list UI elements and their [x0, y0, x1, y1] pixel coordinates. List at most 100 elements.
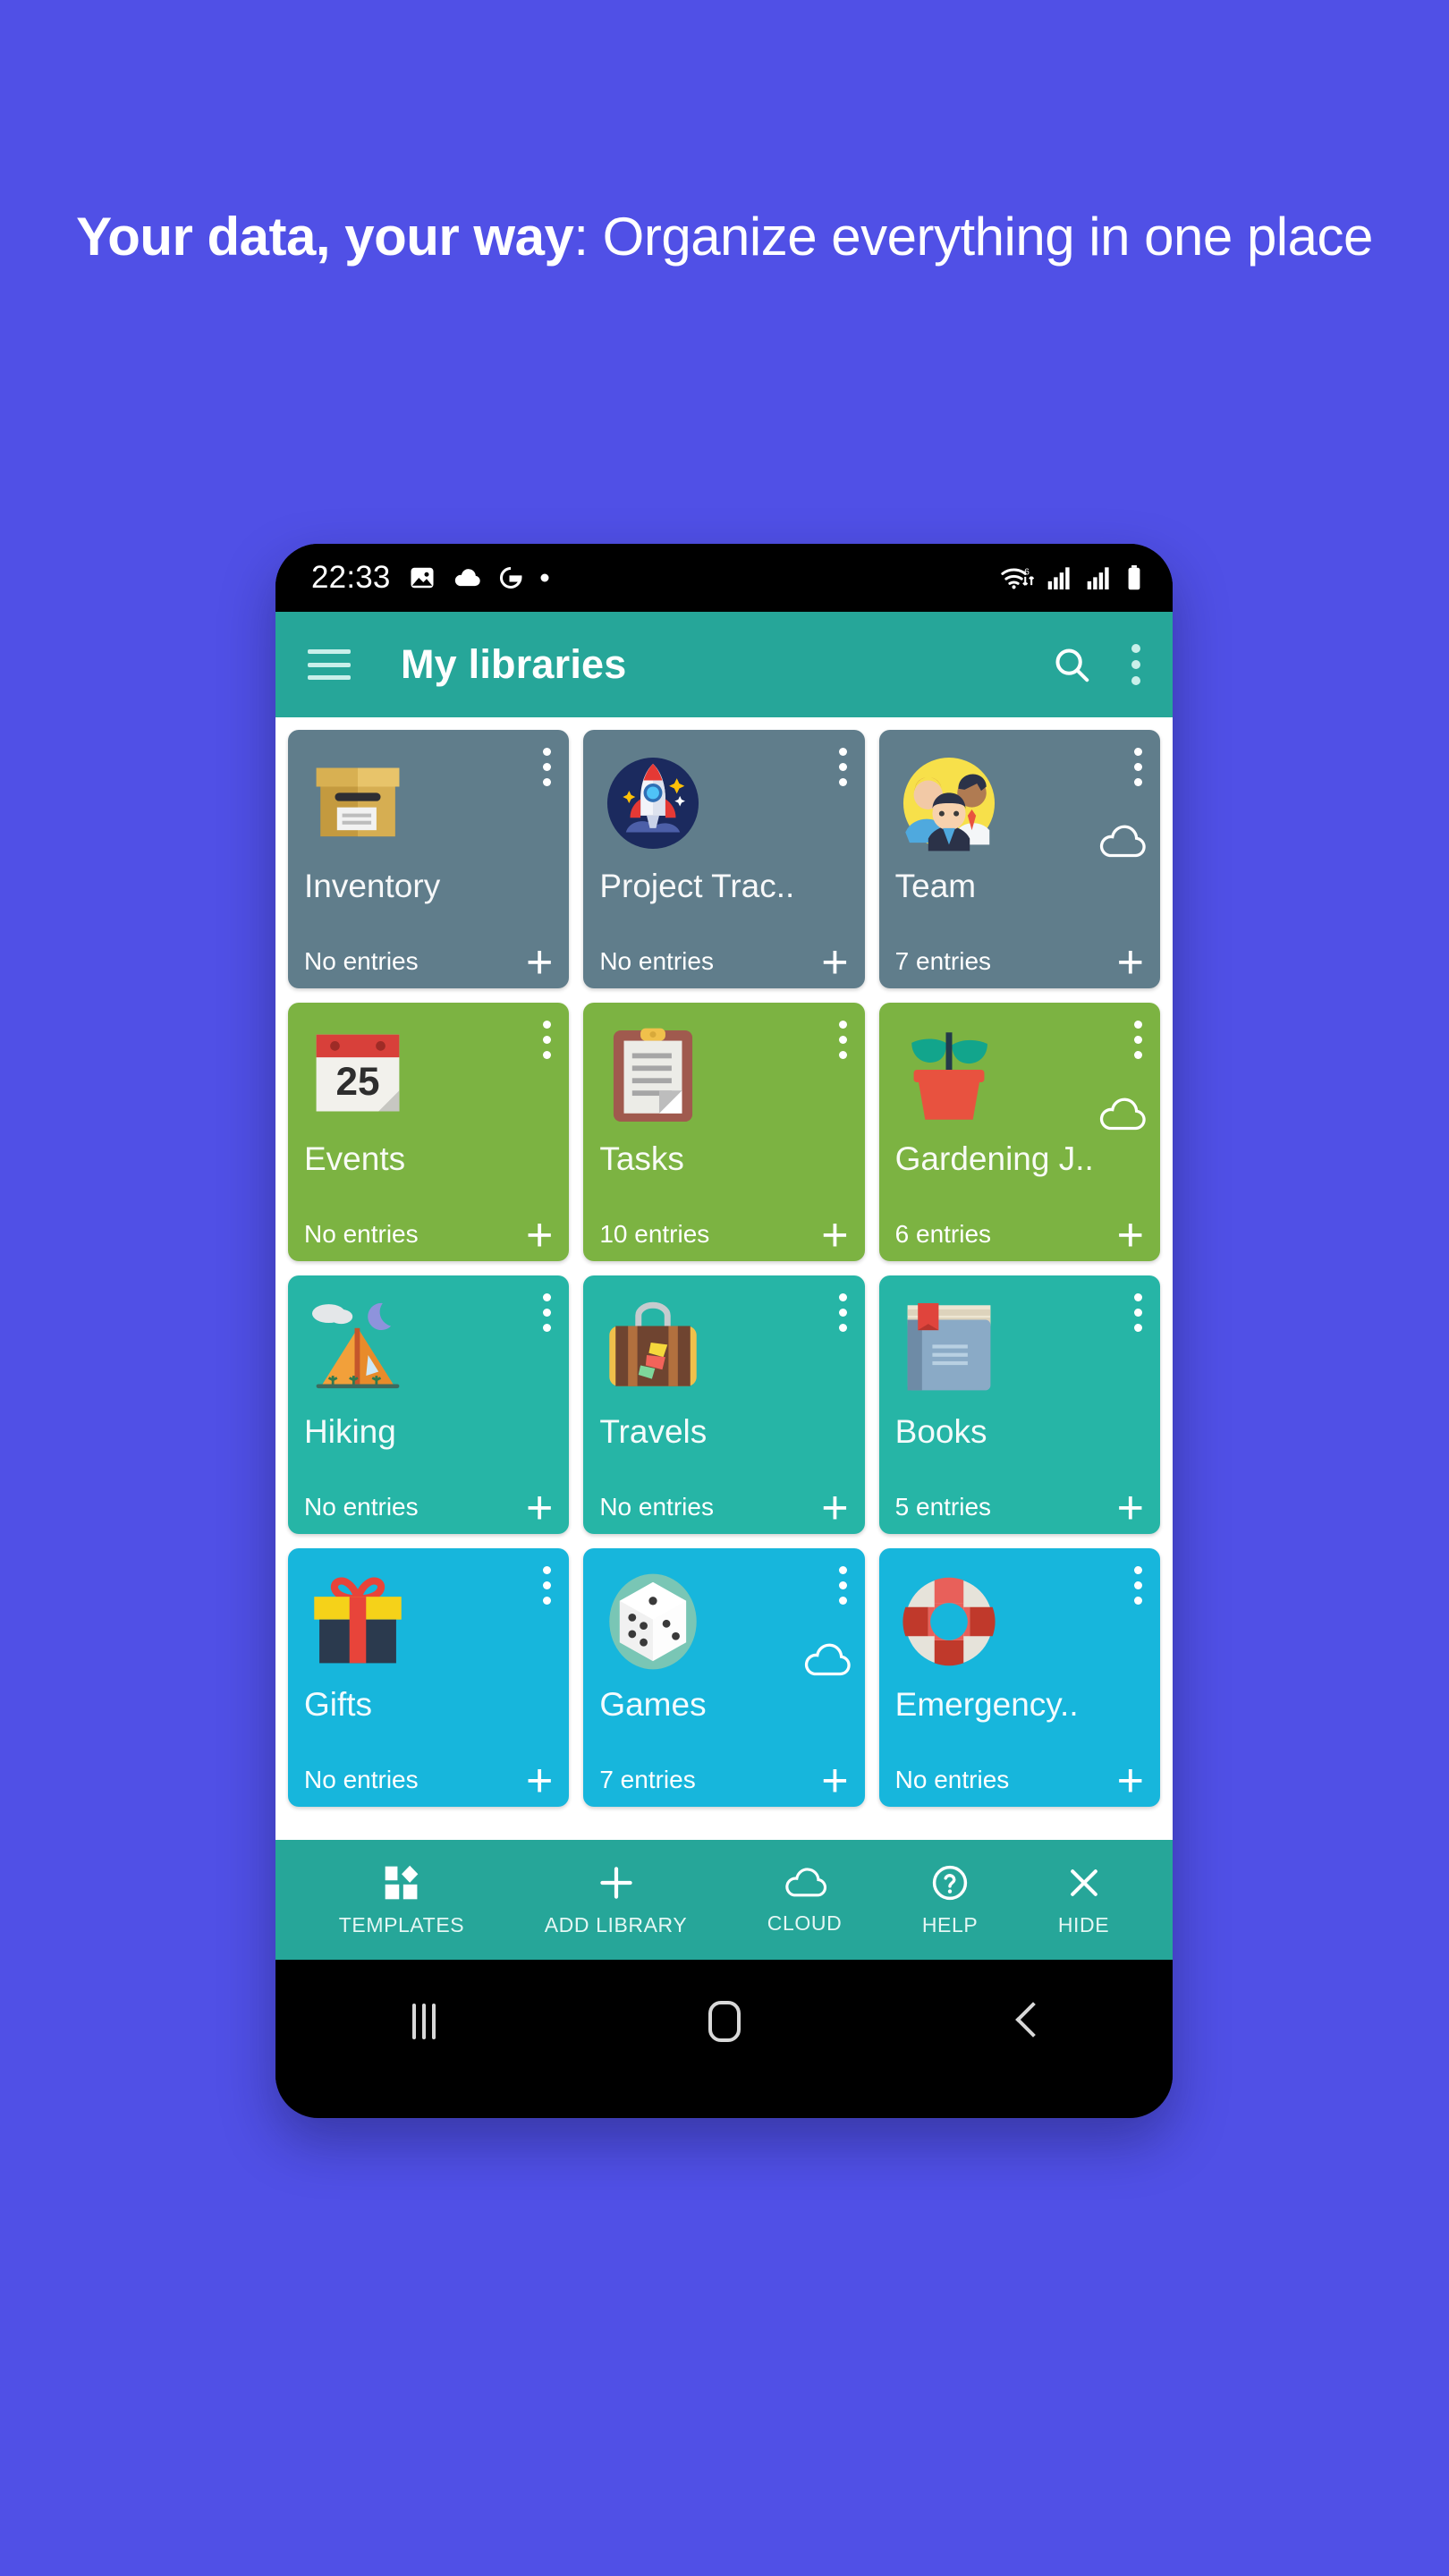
library-entry-count: No entries	[599, 947, 714, 975]
calendar-icon: 25	[306, 1024, 410, 1128]
plus-icon[interactable]: +	[526, 939, 553, 986]
phone-mockup: 22:33 6 My libraries Inventory No entrie…	[275, 544, 1173, 2118]
search-icon[interactable]	[1051, 644, 1092, 685]
library-title: Books	[894, 1413, 987, 1450]
library-entry-count: No entries	[304, 1493, 419, 1521]
plus-icon[interactable]: +	[526, 1212, 553, 1258]
library-entry-count: No entries	[304, 1220, 419, 1248]
library-card-project-tracker[interactable]: Project Trac.. No entries +	[583, 730, 865, 988]
plus-icon[interactable]: +	[1117, 1758, 1144, 1804]
library-card-team[interactable]: Team 7 entries +	[878, 730, 1160, 988]
home-icon[interactable]	[708, 2001, 741, 2042]
library-card-gifts[interactable]: Gifts No entries +	[288, 1548, 570, 1807]
library-title: Team	[894, 868, 977, 904]
recents-icon[interactable]	[411, 2004, 436, 2039]
cloud-sync-icon	[1096, 1096, 1148, 1133]
library-card-books[interactable]: Books 5 entries +	[878, 1275, 1160, 1534]
plus-icon	[597, 1863, 636, 1902]
plus-icon[interactable]: +	[1117, 1485, 1144, 1531]
tent-icon	[306, 1297, 410, 1401]
library-card-footer: 7 entries +	[894, 939, 1144, 986]
battery-icon	[1126, 565, 1142, 590]
app-bar-actions	[1051, 644, 1140, 685]
plus-icon[interactable]: +	[821, 1758, 848, 1804]
bottom-action-bar: TEMPLATES ADD LIBRARY CLOUD HELP HIDE	[275, 1840, 1173, 1960]
more-vert-icon[interactable]	[838, 748, 847, 793]
svg-text:6: 6	[1024, 568, 1030, 578]
library-entry-count: No entries	[304, 1766, 419, 1793]
bottom-action-label: CLOUD	[767, 1911, 843, 1935]
promo-headline: Your data, your way: Organize everything…	[0, 206, 1449, 269]
library-card-games[interactable]: Games 7 entries +	[583, 1548, 865, 1807]
library-title: Hiking	[304, 1413, 396, 1450]
rocket-icon	[601, 751, 705, 855]
plus-icon[interactable]: +	[1117, 939, 1144, 986]
bottom-action-help[interactable]: HELP	[922, 1863, 978, 1937]
cloud-sync-icon	[801, 1641, 852, 1679]
library-card-travels[interactable]: Travels No entries +	[583, 1275, 865, 1534]
more-vert-icon[interactable]	[543, 748, 552, 793]
bottom-action-templates[interactable]: TEMPLATES	[339, 1863, 464, 1937]
box-icon	[306, 751, 410, 855]
more-vert-icon[interactable]	[838, 1021, 847, 1066]
more-vert-icon[interactable]	[543, 1566, 552, 1612]
bottom-action-hide[interactable]: HIDE	[1058, 1863, 1109, 1937]
library-entry-count: No entries	[304, 947, 419, 975]
library-title: Gardening J..	[894, 1140, 1094, 1177]
library-title: Tasks	[599, 1140, 684, 1177]
more-vert-icon[interactable]	[1134, 1021, 1142, 1066]
status-notification-icons	[409, 564, 550, 591]
headline-bold-part: Your data, your way	[76, 207, 574, 267]
plus-icon[interactable]: +	[821, 1485, 848, 1531]
library-entry-count: 7 entries	[894, 947, 992, 975]
more-vert-icon[interactable]	[543, 1293, 552, 1339]
more-vert-icon[interactable]	[838, 1293, 847, 1339]
templates-icon	[382, 1863, 421, 1902]
library-card-footer: No entries +	[894, 1758, 1144, 1804]
plus-icon[interactable]: +	[1117, 1212, 1144, 1258]
library-title: Emergency..	[894, 1686, 1079, 1723]
more-vert-icon[interactable]	[1134, 1566, 1142, 1612]
people-icon	[897, 751, 1001, 855]
library-entry-count: 5 entries	[894, 1493, 992, 1521]
library-card-gardening[interactable]: Gardening J.. 6 entries +	[878, 1003, 1160, 1261]
more-vert-icon[interactable]	[838, 1566, 847, 1612]
plus-icon[interactable]: +	[821, 939, 848, 986]
wifi-6-icon: 6	[999, 564, 1035, 591]
google-g-icon	[498, 565, 523, 590]
library-card-events[interactable]: 25 Events No entries +	[288, 1003, 570, 1261]
library-card-inventory[interactable]: Inventory No entries +	[288, 730, 570, 988]
library-entry-count: No entries	[894, 1766, 1010, 1793]
bottom-action-label: ADD LIBRARY	[544, 1912, 688, 1936]
library-entry-count: 10 entries	[599, 1220, 710, 1248]
help-circle-icon	[930, 1863, 970, 1902]
more-vert-icon[interactable]	[1131, 644, 1140, 685]
library-card-footer: No entries +	[304, 1212, 553, 1258]
status-system-icons: 6	[999, 564, 1142, 591]
hamburger-icon[interactable]	[308, 649, 351, 680]
clipboard-icon	[601, 1024, 705, 1128]
suitcase-icon	[601, 1297, 705, 1401]
library-card-tasks[interactable]: Tasks 10 entries +	[583, 1003, 865, 1261]
library-title: Events	[304, 1140, 406, 1177]
book-icon	[897, 1297, 1001, 1401]
cloud-sync-icon	[1096, 823, 1148, 860]
bottom-action-cloud[interactable]: CLOUD	[767, 1865, 843, 1936]
promo-screenshot: Your data, your way: Organize everything…	[0, 0, 1449, 2576]
more-vert-icon[interactable]	[1134, 748, 1142, 793]
library-card-emergency[interactable]: Emergency.. No entries +	[878, 1548, 1160, 1807]
plus-icon[interactable]: +	[526, 1485, 553, 1531]
library-card-footer: No entries +	[599, 939, 848, 986]
bottom-action-add-library[interactable]: ADD LIBRARY	[545, 1863, 688, 1937]
plant-icon	[897, 1024, 1001, 1128]
library-card-hiking[interactable]: Hiking No entries +	[288, 1275, 570, 1534]
back-icon[interactable]	[1013, 2004, 1037, 2039]
system-nav-bar	[275, 1960, 1173, 2083]
libraries-scroll-area: Inventory No entries + Project Trac.. No…	[275, 717, 1173, 1840]
more-vert-icon[interactable]	[1134, 1293, 1142, 1339]
libraries-grid: Inventory No entries + Project Trac.. No…	[288, 730, 1160, 1807]
dot-icon	[539, 572, 550, 583]
plus-icon[interactable]: +	[821, 1212, 848, 1258]
plus-icon[interactable]: +	[526, 1758, 553, 1804]
more-vert-icon[interactable]	[543, 1021, 552, 1066]
